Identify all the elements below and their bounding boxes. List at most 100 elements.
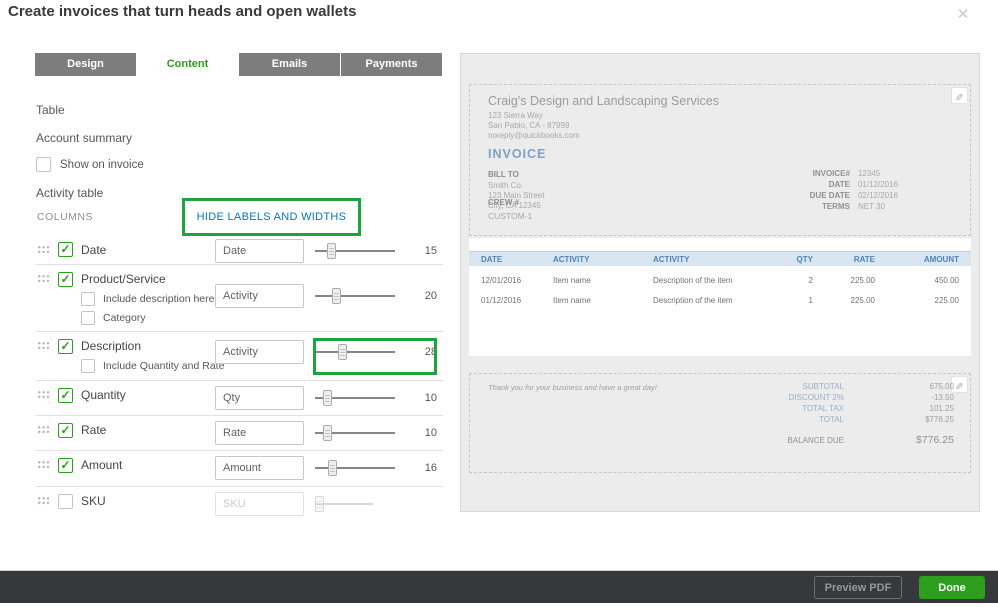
date-width-slider[interactable]: 15 xyxy=(315,239,437,263)
column-row-product-service: Product/Service Include description here… xyxy=(35,265,443,332)
column-label: Date xyxy=(81,242,107,257)
slider-thumb[interactable] xyxy=(323,425,332,441)
show-on-invoice-checkbox[interactable] xyxy=(36,157,51,172)
sku-checkbox[interactable] xyxy=(58,493,73,509)
tab-design[interactable]: Design xyxy=(35,53,136,76)
drag-handle-icon[interactable] xyxy=(37,390,50,400)
slider-thumb[interactable] xyxy=(332,288,341,304)
footer-bar: Preview PDF Done xyxy=(0,570,998,603)
description-label-input[interactable] xyxy=(215,340,304,364)
drag-handle-icon[interactable] xyxy=(37,496,50,506)
drag-handle-icon[interactable] xyxy=(37,274,50,284)
balance-due-label: BALANCE DUE xyxy=(787,436,844,445)
amount-label-input[interactable] xyxy=(215,456,304,480)
product-service-checkbox[interactable] xyxy=(58,271,73,287)
product-service-width-slider[interactable]: 20 xyxy=(315,284,437,308)
product-service-label-input[interactable] xyxy=(215,284,304,308)
invoice-cell: 225.00 xyxy=(850,295,875,305)
sub-option-label: Include description here xyxy=(103,292,215,305)
edit-pencil-icon[interactable] xyxy=(951,87,968,104)
slider-track[interactable] xyxy=(315,295,395,297)
drag-handle-icon[interactable] xyxy=(37,341,50,351)
drag-handle-icon[interactable] xyxy=(37,425,50,435)
quantity-checkbox[interactable] xyxy=(58,387,73,403)
hide-labels-widths-link[interactable]: HIDE LABELS AND WIDTHS xyxy=(197,211,347,223)
invoice-cell: 225.00 xyxy=(850,275,875,285)
meta-label: DUE DATE xyxy=(809,191,850,200)
company-address: 123 Sierra Way San Pablo, CA - 87999 nor… xyxy=(488,111,580,141)
section-table[interactable]: Table xyxy=(36,103,65,117)
category-checkbox[interactable] xyxy=(81,310,95,325)
column-header: QTY xyxy=(796,254,813,264)
slider-track[interactable] xyxy=(315,467,395,469)
slider-thumb[interactable] xyxy=(327,243,336,259)
meta-label: INVOICE# xyxy=(812,169,850,178)
column-row-rate: Rate 10 xyxy=(35,416,443,451)
total-label: TOTAL xyxy=(818,415,844,424)
show-on-invoice-label: Show on invoice xyxy=(60,158,144,171)
include-description-checkbox[interactable] xyxy=(81,291,95,306)
section-account-summary[interactable]: Account summary xyxy=(36,131,132,145)
column-header: ACTIVITY xyxy=(653,254,690,264)
quantity-label-input[interactable] xyxy=(215,386,304,410)
invoice-cell: 225.00 xyxy=(934,295,959,305)
amount-width-slider[interactable]: 16 xyxy=(315,456,437,480)
invoice-footer-section[interactable]: Thank you for your business and have a g… xyxy=(469,373,971,473)
slider-thumb[interactable] xyxy=(323,390,332,406)
column-header: AMOUNT xyxy=(923,254,959,264)
invoice-cell: 1 xyxy=(808,295,813,305)
done-button[interactable]: Done xyxy=(919,576,985,599)
drag-handle-icon[interactable] xyxy=(37,244,50,255)
width-value: 10 xyxy=(424,392,437,404)
invoice-cell: Description of the item xyxy=(653,275,733,285)
invoice-cell: Item name xyxy=(553,275,591,285)
totals-block: SUBTOTAL 675.00 DISCOUNT 2% -13.50 TOTAL… xyxy=(724,381,954,446)
rate-width-slider[interactable]: 10 xyxy=(315,421,437,445)
slider-thumb[interactable] xyxy=(328,460,337,476)
invoice-cell: 12/01/2016 xyxy=(481,275,522,285)
rate-label-input[interactable] xyxy=(215,421,304,445)
columns-label: COLUMNS xyxy=(37,211,94,223)
column-row-sku: SKU xyxy=(35,487,443,521)
description-checkbox[interactable] xyxy=(58,338,73,354)
date-label-input[interactable] xyxy=(215,239,304,263)
quantity-width-slider[interactable]: 10 xyxy=(315,386,437,410)
company-address-line: 123 Sierra Way xyxy=(488,111,543,120)
include-qty-rate-checkbox[interactable] xyxy=(81,358,95,373)
section-activity-table[interactable]: Activity table xyxy=(36,186,103,200)
annotation-box-description-width xyxy=(313,338,437,375)
show-on-invoice-row: Show on invoice xyxy=(36,157,144,172)
invoice-cell: 01/12/2016 xyxy=(481,295,522,305)
amount-checkbox[interactable] xyxy=(58,457,73,473)
custom-field-label: CREW # xyxy=(488,198,520,207)
company-name: Craig's Design and Landscaping Services xyxy=(488,94,719,108)
total-label: DISCOUNT 2% xyxy=(788,393,844,402)
bill-to-label: BILL TO xyxy=(488,170,519,179)
date-checkbox[interactable] xyxy=(58,242,73,257)
rate-checkbox[interactable] xyxy=(58,422,73,438)
sku-label-input[interactable] xyxy=(215,492,304,516)
meta-label: DATE xyxy=(828,180,850,189)
total-label: TOTAL TAX xyxy=(802,404,844,413)
close-icon[interactable] xyxy=(952,4,974,26)
total-label: SUBTOTAL xyxy=(802,382,845,391)
column-label: Amount xyxy=(81,458,123,472)
invoice-header-section[interactable]: Craig's Design and Landscaping Services … xyxy=(469,84,971,236)
invoice-cell: 2 xyxy=(808,275,813,285)
invoice-line-items-table: DATE ACTIVITY ACTIVITY QTY RATE AMOUNT 1… xyxy=(469,238,971,356)
sub-option-label: Include Quantity and Rate xyxy=(103,359,225,372)
tab-payments[interactable]: Payments xyxy=(341,53,442,76)
sku-width-slider xyxy=(315,492,423,516)
invoice-cell: 450.00 xyxy=(934,275,959,285)
invoice-table-row: 12/01/2016 Item name Description of the … xyxy=(469,270,971,290)
column-label: SKU xyxy=(81,494,106,508)
preview-pdf-button[interactable]: Preview PDF xyxy=(814,576,902,599)
tab-emails[interactable]: Emails xyxy=(239,53,340,76)
tab-content[interactable]: Content xyxy=(137,53,238,76)
total-value: $776.25 xyxy=(925,415,954,424)
total-value: -13.50 xyxy=(931,393,954,402)
invoice-preview: Craig's Design and Landscaping Services … xyxy=(460,53,980,512)
footer-message: Thank you for your business and have a g… xyxy=(488,383,657,392)
drag-handle-icon[interactable] xyxy=(37,460,50,470)
column-label: Quantity xyxy=(81,388,126,402)
